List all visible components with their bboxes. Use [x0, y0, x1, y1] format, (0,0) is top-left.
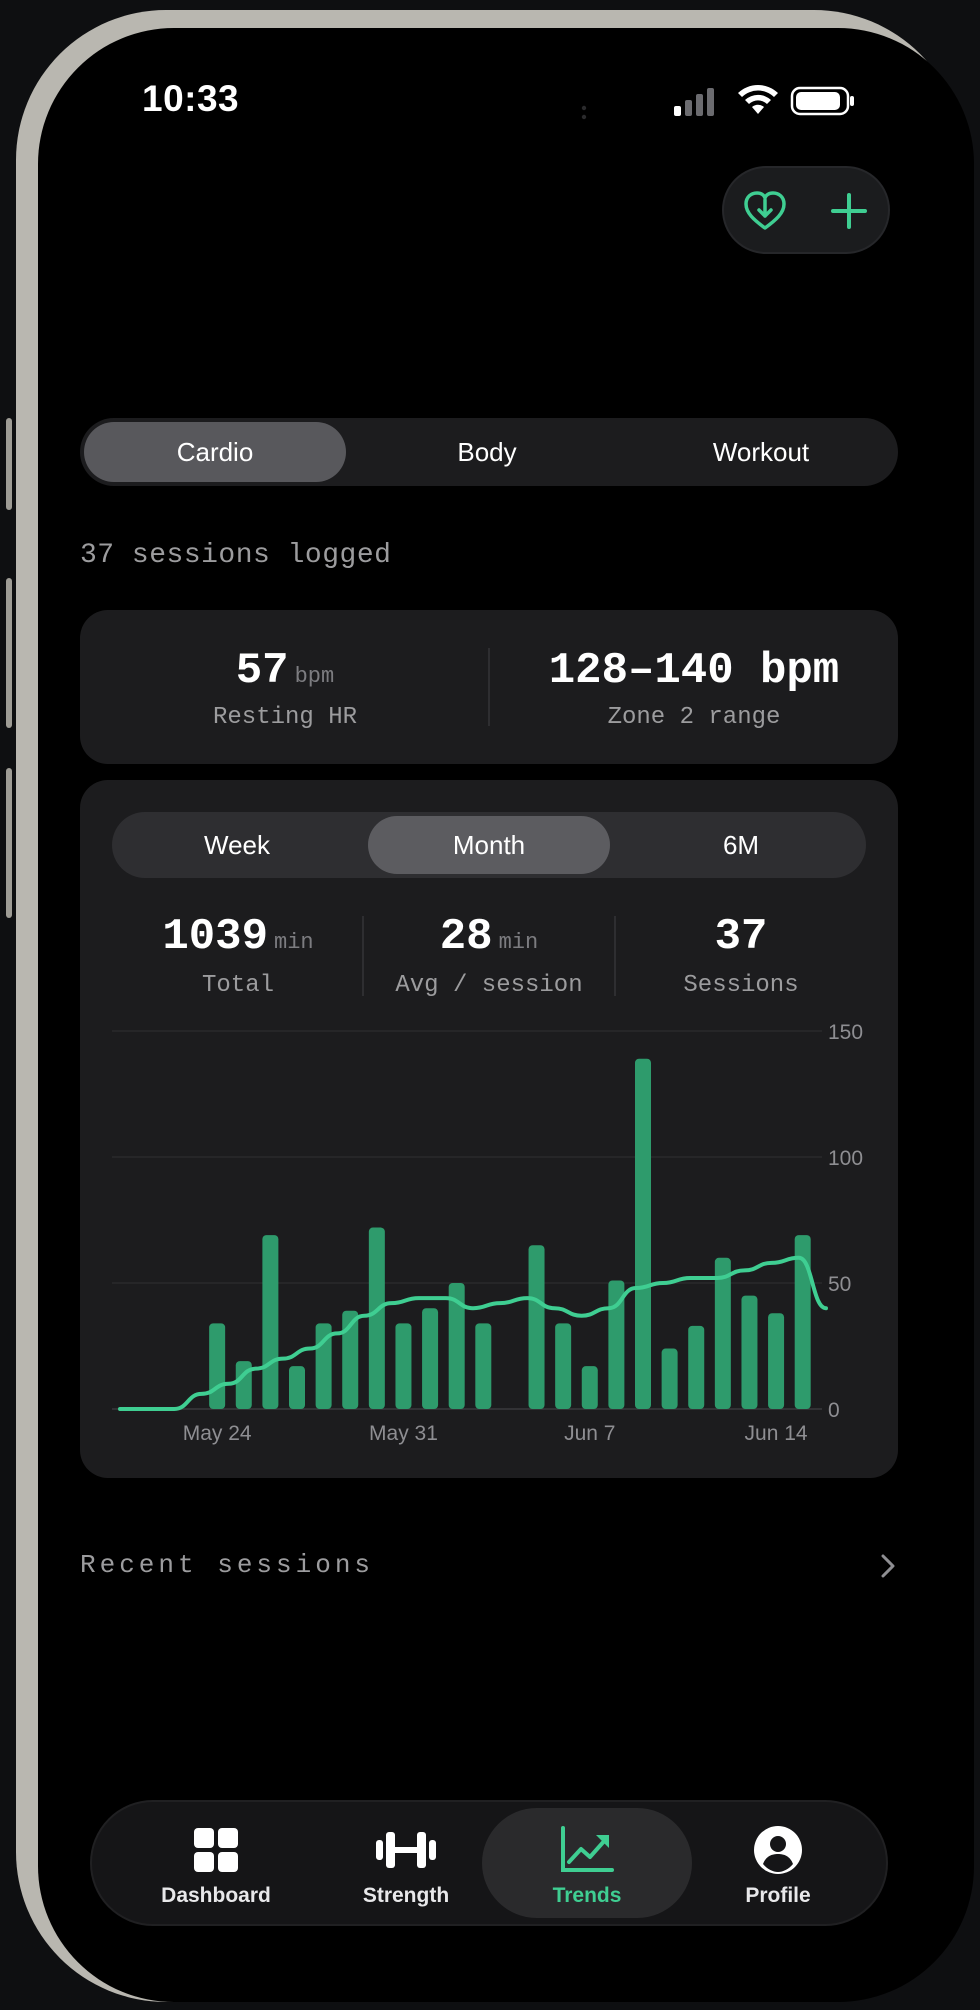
tab-strength[interactable]: Strength [306, 1802, 506, 1924]
tab-profile-label: Profile [745, 1884, 811, 1907]
chart-bar [661, 1348, 678, 1409]
chevron-right-icon[interactable] [876, 1552, 900, 1580]
chart-bar [741, 1295, 758, 1409]
chart-bar [209, 1323, 226, 1409]
sessions-logged-text: 37 sessions logged [80, 540, 392, 571]
x-tick-label: May 24 [183, 1422, 252, 1445]
chart-bar [528, 1245, 545, 1409]
minutes-chart: 0 50 100 150 May 24 May 31 Jun 7 Jun 14 [112, 1021, 863, 1445]
action-button [6, 418, 12, 510]
recent-sessions-label: Recent sessions [80, 1550, 375, 1580]
volume-up-button [6, 578, 12, 728]
trend-chart-icon [561, 1826, 614, 1872]
chart-bar [768, 1313, 785, 1409]
volume-down-button [6, 768, 12, 918]
y-tick-label: 50 [828, 1273, 851, 1296]
tab-dashboard[interactable]: Dashboard [116, 1802, 316, 1924]
category-segmented-control: Cardio Body Workout [80, 418, 898, 486]
tab-body[interactable]: Body [356, 422, 618, 482]
chart-bar [688, 1325, 705, 1409]
x-tick-label: Jun 7 [564, 1422, 615, 1445]
tab-dashboard-label: Dashboard [161, 1884, 271, 1907]
battery-icon [790, 86, 854, 116]
chart-bar [422, 1308, 439, 1409]
tab-trends-label: Trends [552, 1884, 622, 1907]
resting-hr-unit: bpm [294, 664, 335, 689]
chart-bar [714, 1257, 731, 1409]
plus-icon[interactable] [824, 186, 874, 236]
y-tick-label: 150 [828, 1021, 863, 1044]
x-tick-label: May 31 [369, 1422, 438, 1445]
wifi-icon [738, 85, 778, 114]
y-tick-label: 0 [828, 1399, 840, 1422]
chart-bar [555, 1323, 572, 1409]
status-time: 10:33 [142, 78, 240, 119]
zone2-range-label: Zone 2 range [607, 704, 781, 731]
chart-bar [368, 1227, 385, 1409]
heart-rate-card: 57 bpm Resting HR 128–140 bpm Zone 2 rang… [80, 610, 898, 764]
resting-hr-label: Resting HR [212, 704, 358, 731]
tab-profile[interactable]: Profile [678, 1802, 878, 1924]
chart-bar [581, 1366, 598, 1409]
signal-icon [674, 88, 714, 116]
trends-chart-card: Week Month 6M 1039 min Total 28 min Avg / … [80, 780, 898, 1478]
chart-bar [475, 1323, 492, 1409]
tab-bar: Dashboard Strength Trends Profile [90, 1800, 888, 1926]
heart-download-icon[interactable] [740, 186, 790, 236]
chart-bar [395, 1323, 412, 1409]
chart-bar [635, 1058, 651, 1409]
tab-cardio[interactable]: Cardio [84, 422, 346, 482]
top-action-pill [722, 166, 890, 254]
tab-workout[interactable]: Workout [628, 422, 894, 482]
chart-bar [289, 1366, 305, 1409]
grid-icon [194, 1828, 238, 1872]
x-tick-label: Jun 14 [745, 1422, 808, 1445]
y-tick-label: 100 [828, 1147, 863, 1170]
camera-dots [581, 105, 587, 120]
chart-bar [262, 1235, 279, 1409]
resting-hr-value-row: 57 bpm [80, 646, 490, 696]
resting-hr-value: 57 [235, 646, 289, 696]
tab-trends[interactable]: Trends [482, 1802, 692, 1924]
profile-icon [754, 1826, 802, 1874]
zone2-range-value: 128–140 bpm [548, 646, 840, 696]
tab-strength-label: Strength [362, 1884, 450, 1907]
dumbbell-icon [376, 1832, 436, 1868]
